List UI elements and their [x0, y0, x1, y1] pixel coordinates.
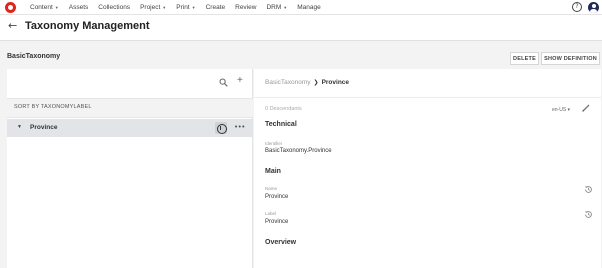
history-icon[interactable]: [584, 210, 593, 219]
add-icon[interactable]: +: [237, 76, 243, 86]
language-select[interactable]: en-US ▾: [552, 107, 570, 113]
field-label-identifier: Identifier: [265, 141, 283, 146]
descendants-count: 0 Descendants: [265, 106, 302, 112]
field-value-identifier: BasicTaxonomy.Province: [265, 148, 332, 154]
field-value-name[interactable]: Province: [265, 194, 288, 200]
show-definition-button[interactable]: SHOW DEFINITION: [541, 52, 600, 65]
top-nav: Content ▼ Assets Collections Project ▼ Pri…: [0, 0, 602, 15]
history-icon[interactable]: [584, 185, 593, 194]
help-icon[interactable]: ?: [572, 2, 582, 12]
nav-item-label: Review: [235, 4, 257, 11]
chevron-down-icon: ▼: [191, 5, 196, 10]
nav-menu: Content ▼ Assets Collections Project ▼ Pri…: [30, 0, 321, 15]
page-header: ← Taxonomy Management: [0, 15, 602, 41]
edit-pencil-icon[interactable]: [582, 104, 590, 112]
field-value-label[interactable]: Province: [265, 219, 288, 225]
nav-item-content[interactable]: Content ▼: [30, 4, 59, 11]
detail-panel: [254, 69, 601, 268]
chevron-down-icon: ▼: [283, 5, 288, 10]
nav-item-drm[interactable]: DRM ▼: [266, 4, 287, 11]
nav-item-label: Project: [140, 4, 161, 11]
chevron-down-icon: ▼: [162, 5, 167, 10]
sort-label[interactable]: SORT BY TAXONOMYLABEL: [14, 104, 92, 110]
nav-item-project[interactable]: Project ▼: [140, 4, 166, 11]
field-label-name: Name: [265, 186, 278, 191]
taxonomy-name: BasicTaxonomy: [7, 53, 61, 60]
nav-item-label: Assets: [68, 4, 89, 11]
divider: [254, 97, 601, 98]
user-avatar-icon[interactable]: [588, 2, 599, 13]
nav-item-collections[interactable]: Collections: [98, 4, 130, 11]
nav-item-label: Collections: [98, 4, 131, 11]
nav-item-manage[interactable]: Manage: [297, 4, 321, 11]
tree-row-label[interactable]: Province: [30, 124, 57, 131]
breadcrumb-separator-icon: ❯: [313, 80, 319, 86]
search-icon[interactable]: [219, 78, 228, 87]
brand-logo-icon[interactable]: [5, 2, 16, 13]
section-title-main: Main: [265, 168, 281, 175]
breadcrumb-current: Province: [321, 79, 350, 86]
nav-item-label: Print: [176, 4, 190, 11]
nav-item-label: Manage: [297, 4, 321, 11]
more-options-icon[interactable]: •••: [234, 123, 245, 131]
section-title-overview: Overview: [265, 239, 297, 246]
back-arrow-icon[interactable]: ←: [8, 19, 17, 32]
field-label-label: Label: [265, 211, 277, 216]
nav-item-label: Content: [30, 4, 53, 11]
info-icon[interactable]: [215, 122, 227, 134]
breadcrumb-root[interactable]: BasicTaxonomy: [265, 79, 311, 86]
breadcrumb: BasicTaxonomy ❯ Province: [265, 79, 349, 86]
nav-item-label: DRM: [266, 4, 282, 11]
nav-item-print[interactable]: Print ▼: [176, 4, 195, 11]
delete-button[interactable]: DELETE: [510, 52, 539, 65]
page-title: Taxonomy Management: [25, 20, 150, 32]
nav-item-create[interactable]: Create: [206, 4, 226, 11]
info-icon-stem: [220, 126, 221, 130]
expand-caret-icon[interactable]: ▼: [17, 124, 22, 130]
chevron-down-icon: ▼: [54, 5, 59, 10]
nav-item-label: Create: [205, 4, 226, 11]
nav-item-assets[interactable]: Assets: [69, 4, 89, 11]
nav-item-review[interactable]: Review: [235, 4, 256, 11]
section-title-technical: Technical: [265, 121, 297, 128]
